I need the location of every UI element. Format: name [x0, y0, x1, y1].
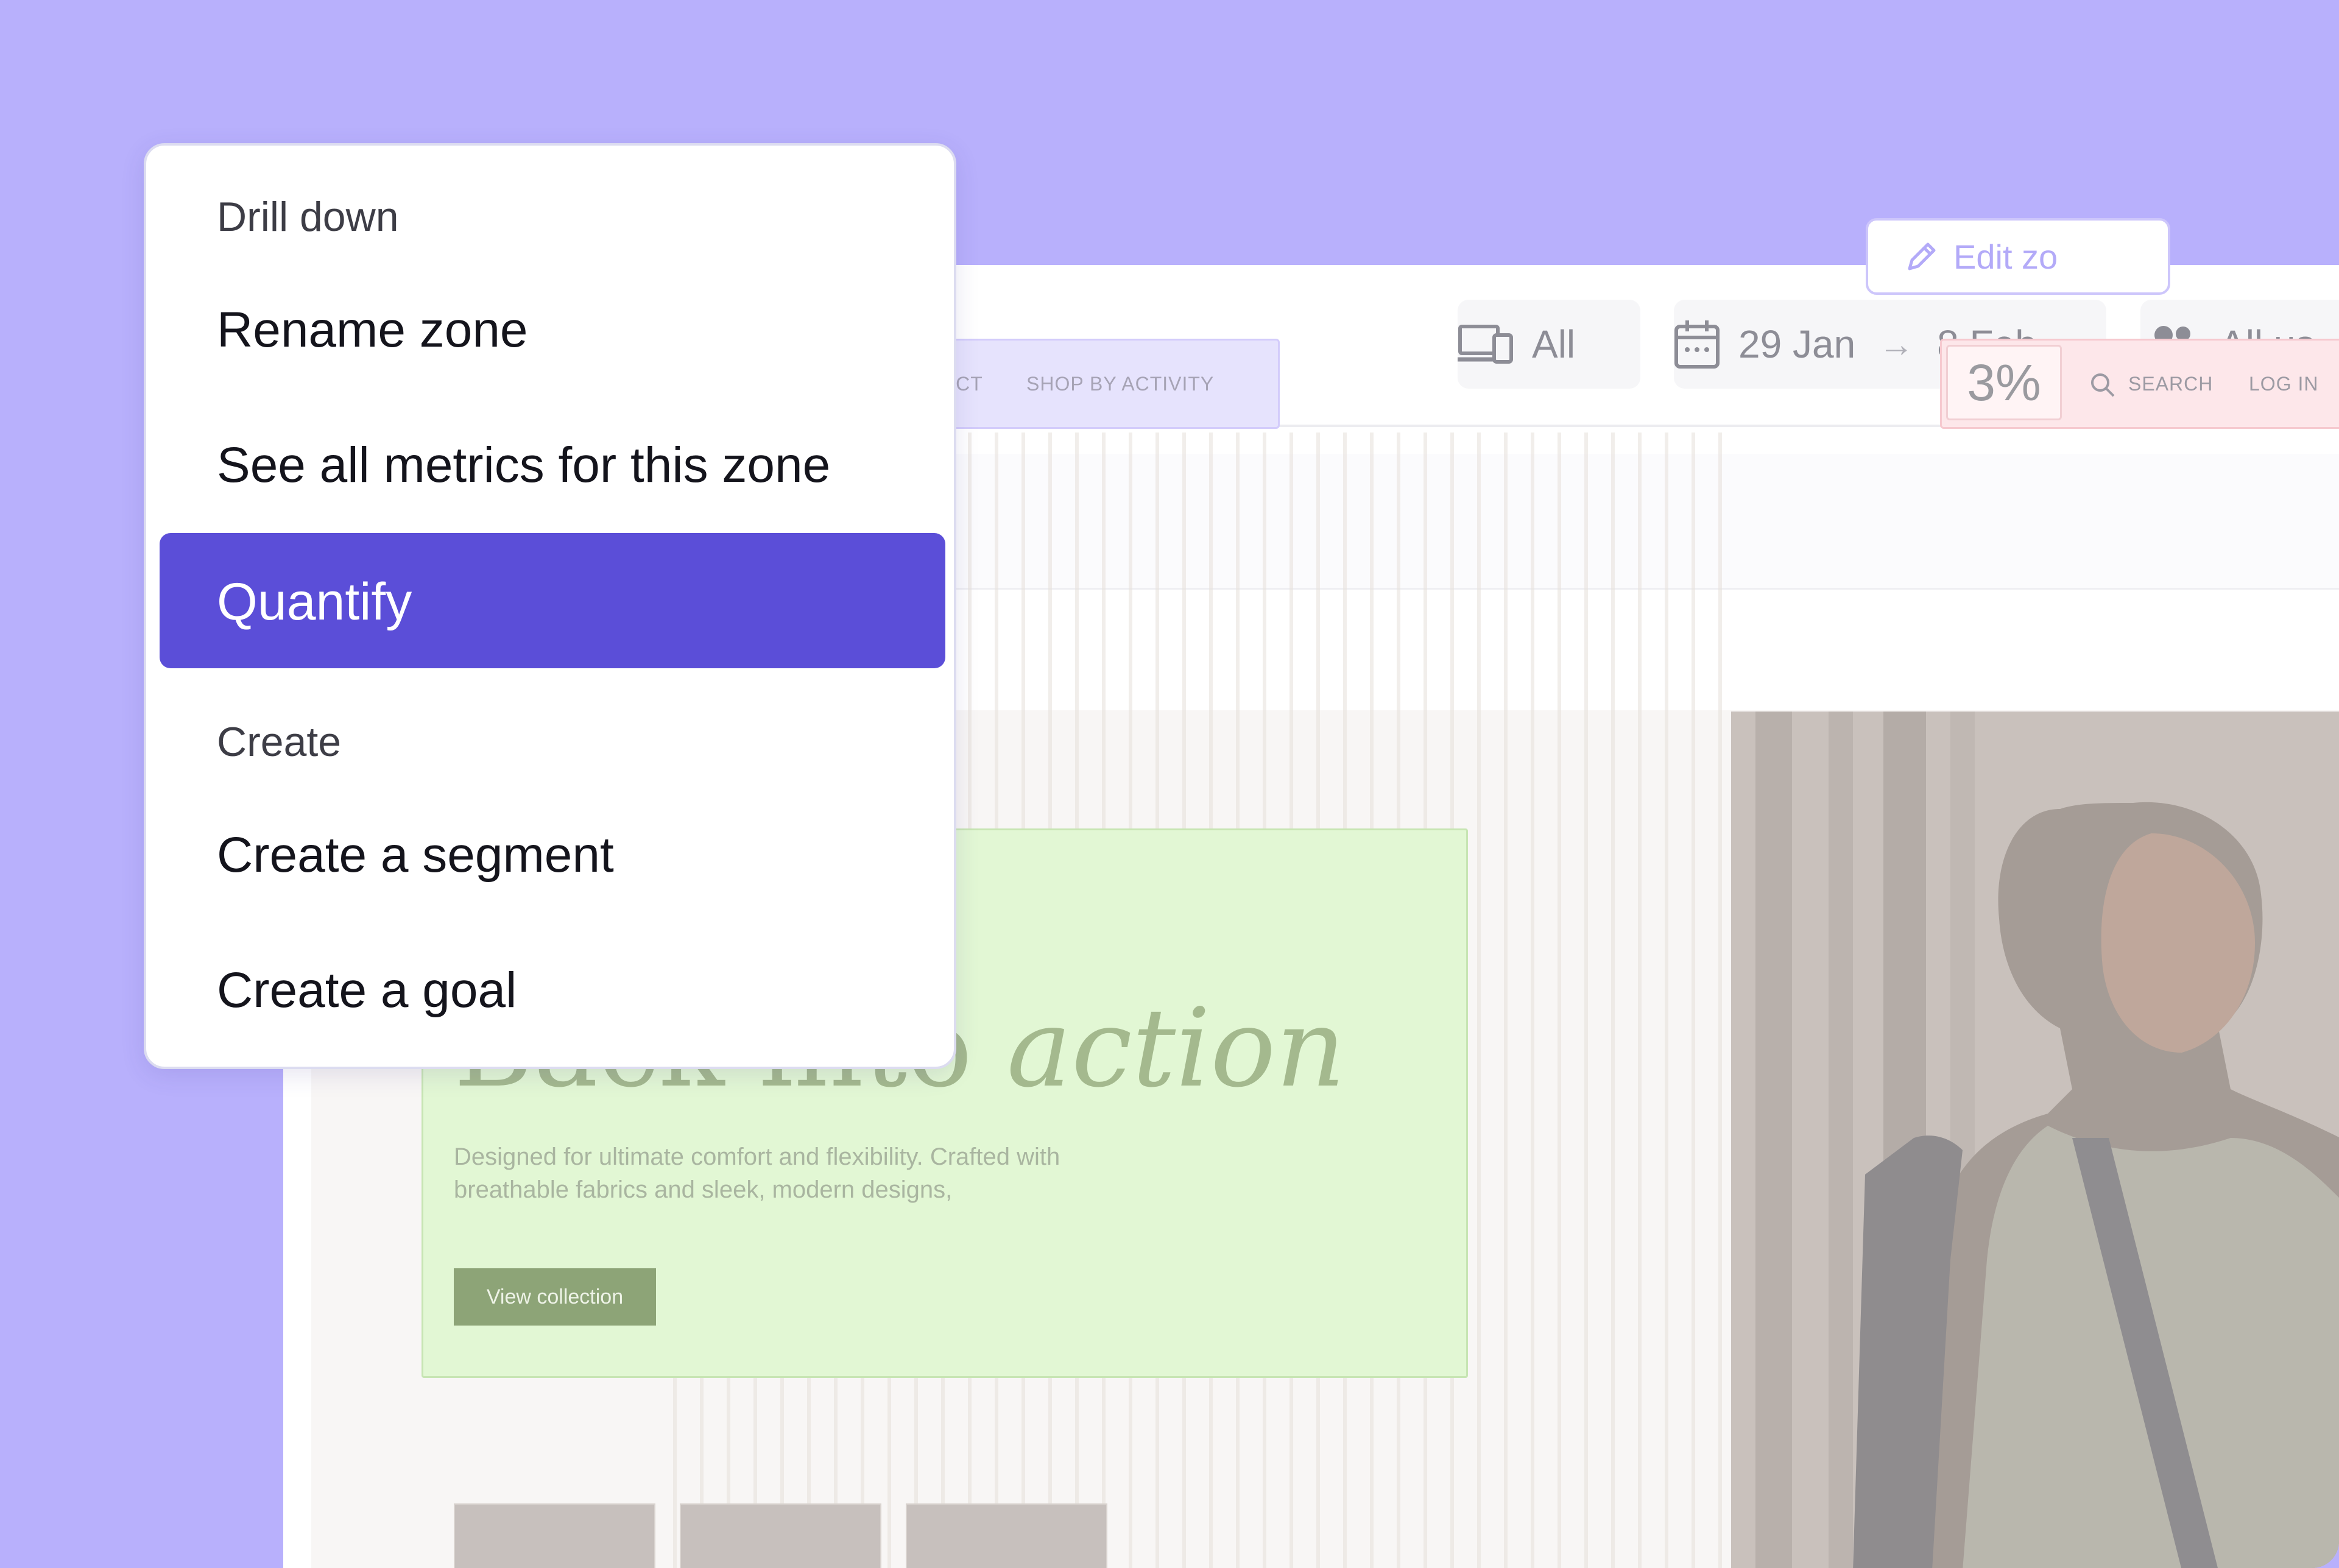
menu-item-rename-zone[interactable]: Rename zone: [217, 302, 528, 359]
device-filter-chip[interactable]: All: [1458, 300, 1640, 389]
zone-metric-badge: 3%: [1946, 345, 2062, 420]
edit-zone-label: Edit zo: [1953, 237, 2058, 276]
devices-icon: [1458, 325, 1513, 364]
login-link[interactable]: LOG IN: [2249, 373, 2318, 395]
menu-item-see-all-metrics[interactable]: See all metrics for this zone: [217, 437, 830, 494]
search-icon: [2091, 373, 2115, 397]
device-filter-label: All: [1532, 322, 1576, 366]
menu-section-drill-down: Drill down: [217, 194, 399, 240]
hero-title-italic: action: [1006, 985, 1346, 1111]
menu-item-create-goal[interactable]: Create a goal: [217, 962, 517, 1019]
product-thumbnail[interactable]: [680, 1503, 881, 1568]
canvas-background: All 29 Jan → 8 Feb All us Edit zo: [0, 0, 2339, 1568]
context-menu: Drill down Rename zone See all metrics f…: [144, 143, 956, 1069]
menu-item-quantify-label: Quantify: [217, 573, 412, 631]
calendar-icon: [1674, 320, 1720, 369]
arrow-right-icon: →: [1879, 324, 1914, 364]
product-thumbnail[interactable]: [454, 1503, 655, 1568]
pencil-icon: [1908, 242, 1936, 270]
product-thumbnail[interactable]: [906, 1503, 1107, 1568]
hero-photo: [1731, 712, 2339, 1568]
hero-description: Designed for ultimate comfort and flexib…: [454, 1143, 1060, 1203]
menu-section-create: Create: [217, 719, 342, 765]
menu-item-create-segment[interactable]: Create a segment: [217, 827, 614, 884]
view-collection-button[interactable]: View collection: [454, 1268, 656, 1326]
nav-item-shop-by-activity[interactable]: SHOP BY ACTIVITY: [1026, 373, 1214, 395]
edit-zone-button[interactable]: Edit zo: [1866, 218, 2170, 295]
search-link[interactable]: SEARCH: [2128, 373, 2213, 395]
woman-with-yoga-mat-image: [1731, 712, 2339, 1568]
date-start: 29 Jan: [1738, 322, 1856, 366]
